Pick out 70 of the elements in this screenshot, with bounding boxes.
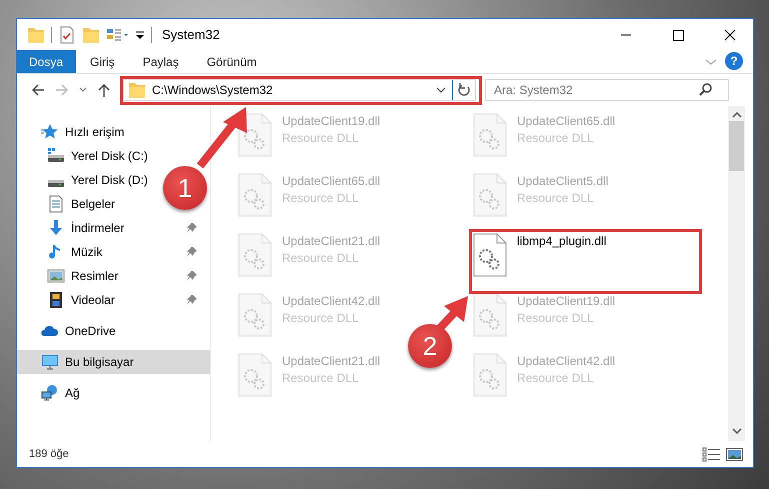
details-view-icon [702,446,720,462]
checklist-icon [58,26,76,44]
file-name[interactable]: libmp4_plugin.dll [517,234,606,248]
scroll-down-icon [732,428,742,435]
properties-icon [106,26,129,42]
ribbon-tab[interactable]: Dosya [17,50,76,73]
document-icon [47,195,65,213]
address-path: C:\Windows\System32 [152,83,274,97]
scroll-up-icon [732,112,742,119]
file-type: Resource DLL [282,131,360,145]
refresh-icon [457,83,471,97]
sidebar-item[interactable]: Ağ [17,381,84,405]
sidebar-item[interactable]: İndirmeler [17,216,210,240]
sidebar-item[interactable]: Resimler [17,264,210,288]
pointer-arrow [196,107,247,168]
scroll-thumb[interactable] [729,121,744,171]
window-title: System32 [162,27,221,42]
item-count: 189 öğe [29,448,70,460]
pin-icon [186,222,198,234]
scrollbar[interactable] [728,106,745,441]
star-icon [41,123,59,141]
up-button[interactable] [96,82,112,98]
large-icons-view-icon [726,446,743,462]
picture-icon [47,267,65,285]
forward-icon [54,82,70,98]
sidebar-item[interactable]: OneDrive [17,319,120,343]
sidebar-item[interactable]: Bu bilgisayar [17,350,210,374]
file-type: Resource DLL [282,251,360,265]
sidebar-item[interactable]: Müzik [17,240,210,264]
file-type: Resource DLL [517,131,595,145]
address-bar[interactable]: C:\Windows\System32 [123,79,476,101]
file-type: Resource DLL [517,311,595,325]
sidebar-item[interactable]: Yerel Disk (C:) [17,144,152,168]
maximize-icon [671,28,685,40]
download-arrow-icon [47,219,65,237]
back-button[interactable] [30,82,46,98]
up-icon [96,82,112,98]
network-globe-icon [41,384,59,402]
ribbon-tab[interactable]: Paylaş [128,50,193,73]
file-type: Resource DLL [282,191,360,205]
pointer-arrow [437,296,468,331]
pin-icon [186,270,198,282]
film-icon [47,291,65,309]
sidebar-item[interactable]: Videolar [17,288,210,312]
chevron-down-icon [705,56,717,66]
ribbon-tab[interactable]: Giriş [76,50,129,73]
file-type: Resource DLL [282,311,360,325]
chevron-down-icon [436,86,446,94]
close-icon [723,28,737,40]
file-type: Resource DLL [517,191,595,205]
ribbon-tab[interactable]: Görünüm [192,50,271,73]
monitor-icon [41,353,59,371]
dropdown-icon [135,28,145,40]
help-button[interactable]: ? [725,52,743,70]
file-type: Resource DLL [282,371,360,385]
sidebar-item[interactable]: Yerel Disk (D:) [17,168,152,192]
search-field[interactable]: Ara: System32 [485,79,729,101]
folder-icon [82,26,100,44]
pin-icon [186,294,198,306]
folder-icon [128,81,146,99]
folder-icon [27,26,45,44]
drive-icon [47,147,65,165]
sidebar-item[interactable]: Hızlı erişim [17,120,128,144]
drive-icon [47,178,65,188]
back-icon [30,82,46,98]
search-icon [699,83,713,97]
pin-icon [186,246,198,258]
forward-button[interactable] [54,82,70,98]
sidebar-item[interactable]: Belgeler [17,192,120,216]
file-type: Resource DLL [517,371,595,385]
